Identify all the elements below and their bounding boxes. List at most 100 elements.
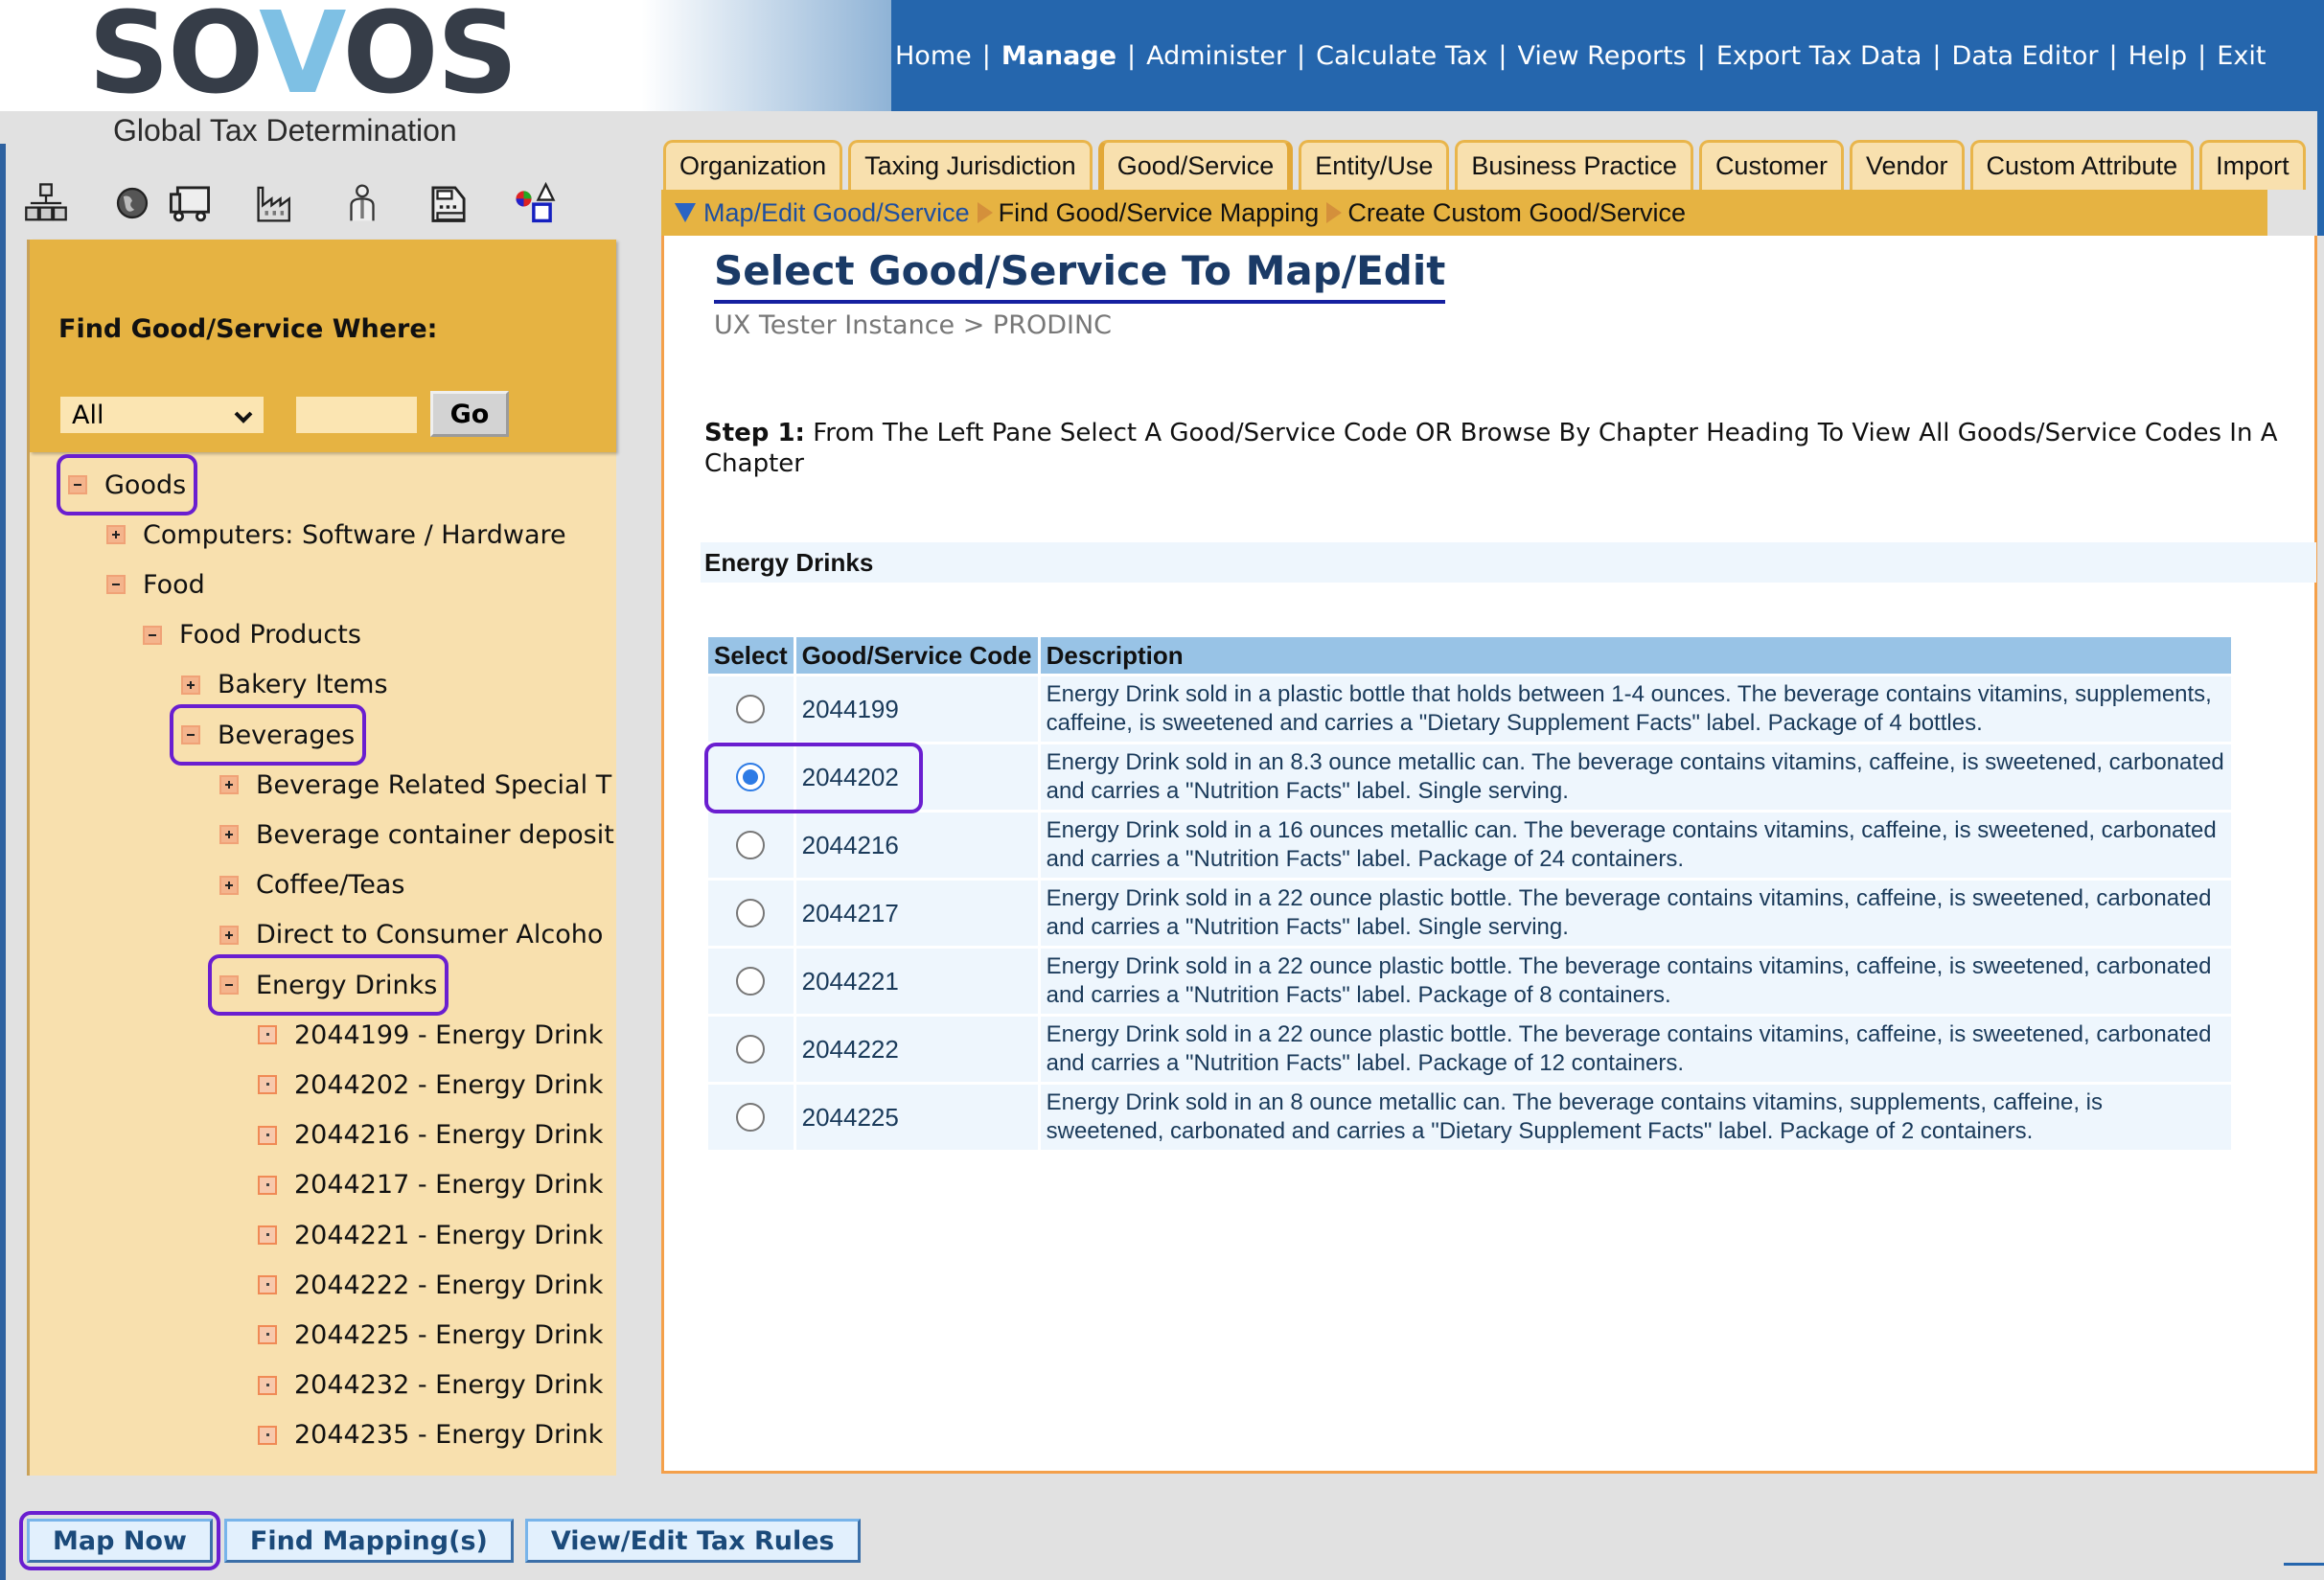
nav-help[interactable]: Help [2128, 41, 2188, 71]
collapse-icon[interactable] [68, 475, 87, 494]
collapse-icon[interactable] [219, 975, 239, 995]
tab-vendor[interactable]: Vendor [1849, 140, 1965, 190]
table-row: 2044202 Energy Drink sold in an 8.3 ounce… [708, 744, 2234, 810]
tab-entity-use[interactable]: Entity/Use [1299, 140, 1450, 190]
code-cell: 2044199 [795, 676, 1041, 742]
subnav-find-good-service-mapping[interactable]: Find Good/Service Mapping [999, 198, 1320, 228]
left-edge-bar [0, 144, 6, 1580]
view-edit-tax-rules-button[interactable]: View/Edit Tax Rules [524, 1519, 861, 1563]
tree-item-label: Coffee/Teas [256, 870, 405, 901]
cash-register-icon[interactable] [424, 178, 473, 228]
find-label: Find Good/Service Where: [58, 314, 438, 344]
breadcrumb: UX Tester Instance > PRODINC [714, 310, 1113, 340]
search-input[interactable] [296, 397, 417, 433]
tree-leaf-item[interactable]: 2044232 - Energy Drink [258, 1366, 603, 1405]
expand-icon[interactable] [219, 875, 239, 895]
factory-icon[interactable] [251, 178, 301, 228]
description-cell: Energy Drink sold in a 16 ounces metalli… [1040, 813, 2234, 878]
select-radio[interactable] [736, 967, 766, 996]
tree-leaf-item[interactable]: 2044235 - Energy Drink [258, 1416, 603, 1454]
tree-item-label: 2044217 - Energy Drink [294, 1170, 604, 1201]
code-cell: 2044216 [795, 813, 1041, 878]
nav-manage[interactable]: Manage [1001, 41, 1116, 71]
select-radio[interactable] [736, 1035, 766, 1064]
module-toolbar [21, 174, 596, 232]
nav-data-editor[interactable]: Data Editor [1952, 41, 2099, 71]
collapse-icon[interactable] [143, 625, 162, 645]
tree-leaf-item[interactable]: 2044199 - Energy Drink [258, 1016, 603, 1054]
tree-folder-item[interactable]: Goods [68, 466, 186, 504]
tree-folder-item[interactable]: Energy Drinks [219, 966, 437, 1004]
logo-text-prefix: SO [88, 0, 261, 119]
nav-separator: | [1297, 40, 1306, 71]
results-table: Select Good/Service Code Description 204… [708, 634, 2234, 1153]
tree-leaf-item[interactable]: 2044202 - Energy Drink [258, 1065, 603, 1104]
go-button[interactable]: Go [430, 391, 509, 437]
nav-exit[interactable]: Exit [2217, 41, 2266, 71]
description-cell: Energy Drink sold in a plastic bottle th… [1040, 676, 2234, 742]
tab-customer[interactable]: Customer [1698, 140, 1844, 190]
tree-folder-item[interactable]: Coffee/Teas [219, 866, 404, 904]
tree-folder-item[interactable]: Beverage Related Special T [219, 766, 611, 804]
leaf-node-icon [258, 1225, 277, 1245]
expand-icon[interactable] [219, 825, 239, 845]
tab-organization[interactable]: Organization [663, 140, 843, 190]
truck-icon[interactable] [165, 178, 215, 228]
tree-leaf-item[interactable]: 2044217 - Energy Drink [258, 1166, 603, 1204]
find-mapping-s-button[interactable]: Find Mapping(s) [223, 1519, 514, 1563]
globe-icon[interactable] [107, 178, 157, 228]
nav-view-reports[interactable]: View Reports [1518, 41, 1687, 71]
nav-administer[interactable]: Administer [1146, 41, 1286, 71]
tab-business-practice[interactable]: Business Practice [1455, 140, 1693, 190]
leaf-node-icon [258, 1375, 277, 1395]
tree-item-label: 2044199 - Energy Drink [294, 1019, 604, 1050]
collapse-icon[interactable] [181, 725, 200, 744]
tree-item-label: 2044202 - Energy Drink [294, 1069, 604, 1100]
tree-folder-item[interactable]: Beverages [181, 716, 355, 754]
expand-icon[interactable] [219, 775, 239, 795]
step-label: Step 1: [704, 419, 805, 447]
leaf-node-icon [258, 1175, 277, 1195]
search-field-select[interactable]: All [60, 397, 264, 433]
tree-folder-item[interactable]: Direct to Consumer Alcoho [219, 916, 603, 954]
tree-leaf-item[interactable]: 2044221 - Energy Drink [258, 1216, 603, 1254]
leaf-node-icon [258, 1325, 277, 1345]
expand-icon[interactable] [181, 675, 200, 695]
shapes-icon[interactable] [510, 178, 560, 228]
tree-leaf-item[interactable]: 2044222 - Energy Drink [258, 1266, 603, 1304]
select-radio[interactable] [736, 763, 766, 791]
organization-hierarchy-icon[interactable] [21, 178, 71, 228]
tree-folder-item[interactable]: Computers: Software / Hardware [106, 515, 566, 554]
select-cell [708, 813, 796, 878]
tree-folder-item[interactable]: Food [106, 565, 205, 604]
code-cell: 2044217 [795, 881, 1041, 946]
person-icon[interactable] [337, 178, 387, 228]
tree-item-label: Computers: Software / Hardware [143, 519, 566, 550]
nav-separator: | [1932, 40, 1942, 71]
tab-good-service[interactable]: Good/Service [1097, 140, 1294, 190]
select-radio[interactable] [736, 899, 766, 927]
tree-folder-item[interactable]: Food Products [143, 616, 361, 654]
select-radio[interactable] [736, 695, 766, 723]
right-edge-bar [2317, 111, 2324, 236]
select-radio[interactable] [736, 1103, 766, 1132]
nav-calculate-tax[interactable]: Calculate Tax [1316, 41, 1487, 71]
tree-folder-item[interactable]: Bakery Items [181, 666, 388, 704]
select-radio[interactable] [736, 831, 766, 859]
tree-item-label: Bakery Items [218, 670, 388, 700]
collapse-icon[interactable] [106, 575, 126, 595]
subnav-create-custom-good-service[interactable]: Create Custom Good/Service [1347, 198, 1686, 228]
tree-leaf-item[interactable]: 2044225 - Energy Drink [258, 1316, 603, 1354]
expand-icon[interactable] [219, 925, 239, 945]
nav-home[interactable]: Home [895, 41, 972, 71]
subnav-map-edit-good-service[interactable]: Map/Edit Good/Service [703, 198, 970, 228]
tree-item-label: 2044225 - Energy Drink [294, 1319, 604, 1350]
nav-export-tax-data[interactable]: Export Tax Data [1716, 41, 1922, 71]
tab-import[interactable]: Import [2199, 140, 2306, 190]
expand-icon[interactable] [106, 525, 126, 545]
tree-leaf-item[interactable]: 2044216 - Energy Drink [258, 1116, 603, 1155]
tab-custom-attribute[interactable]: Custom Attribute [1969, 140, 2195, 190]
tab-taxing-jurisdiction[interactable]: Taxing Jurisdiction [848, 140, 1093, 190]
map-now-button[interactable]: Map Now [27, 1519, 213, 1563]
tree-folder-item[interactable]: Beverage container deposit [219, 815, 614, 854]
